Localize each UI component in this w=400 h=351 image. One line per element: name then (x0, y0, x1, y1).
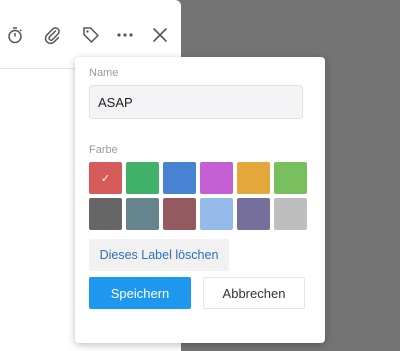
close-icon[interactable] (149, 24, 171, 46)
color-swatch[interactable] (126, 198, 159, 230)
check-icon: ✓ (100, 172, 111, 185)
color-swatch[interactable] (163, 198, 196, 230)
color-swatch[interactable] (89, 198, 122, 230)
color-swatch-grid: ✓ (89, 162, 307, 230)
more-icon[interactable] (114, 24, 136, 46)
color-swatch[interactable] (237, 162, 270, 194)
paperclip-icon[interactable] (41, 24, 63, 46)
color-swatch[interactable] (163, 162, 196, 194)
color-swatch[interactable] (274, 198, 307, 230)
color-swatch[interactable] (274, 162, 307, 194)
cancel-button[interactable]: Abbrechen (203, 277, 305, 309)
color-swatch[interactable] (200, 198, 233, 230)
color-label: Farbe (89, 144, 118, 156)
delete-label-button[interactable]: Dieses Label löschen (89, 239, 229, 271)
save-button[interactable]: Speichern (89, 277, 191, 309)
edit-label-popover: Name Farbe ✓ Dieses Label löschen Speich… (75, 57, 325, 343)
color-swatch[interactable] (237, 198, 270, 230)
color-swatch[interactable] (200, 162, 233, 194)
name-label: Name (89, 67, 119, 79)
color-swatch[interactable] (126, 162, 159, 194)
tag-icon[interactable] (80, 24, 102, 46)
label-name-input[interactable] (89, 85, 303, 119)
color-swatch[interactable]: ✓ (89, 162, 122, 194)
timer-icon[interactable] (4, 24, 26, 46)
